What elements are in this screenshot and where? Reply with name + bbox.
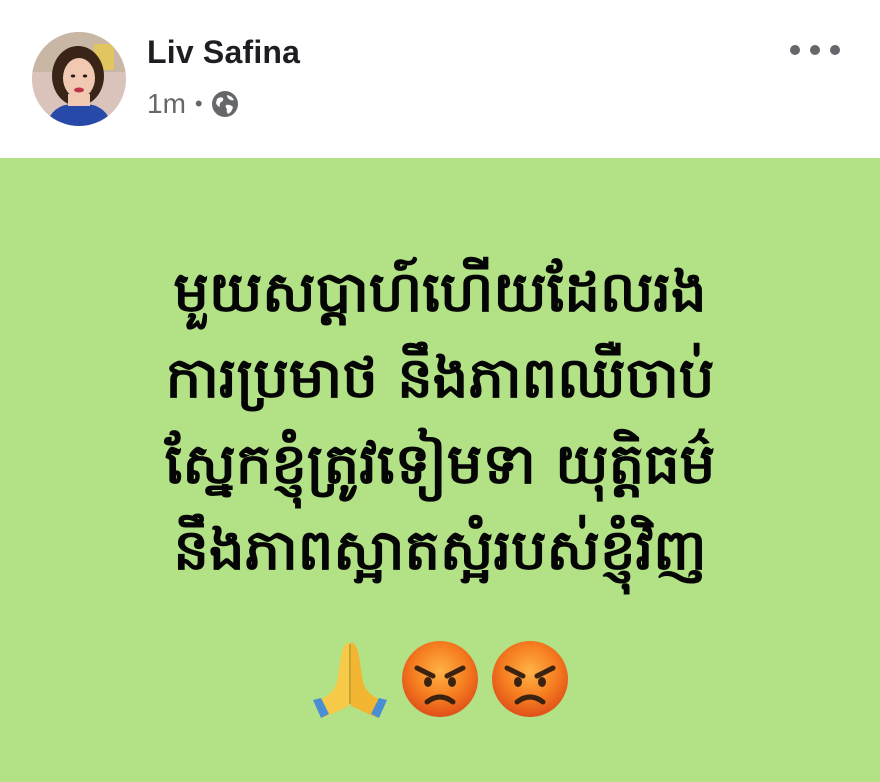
folded-hands-icon — [313, 642, 387, 718]
globe-icon[interactable] — [211, 90, 239, 118]
author-avatar[interactable] — [32, 32, 126, 126]
angry-face-icon — [492, 641, 568, 717]
author-name[interactable]: Liv Safina — [147, 34, 300, 71]
post-timestamp[interactable]: 1m — [147, 88, 186, 120]
post-meta: 1m • — [147, 88, 239, 120]
post-header: Liv Safina 1m • — [0, 0, 880, 158]
post-text-line: ការប្រមាថ នឹងភាពឈឺចាប់ — [165, 346, 715, 411]
avatar-photo — [32, 32, 126, 126]
more-dot — [810, 45, 820, 55]
angry-face-icon — [402, 641, 478, 717]
more-dot — [830, 45, 840, 55]
post-text-line: មួយសប្តាហ៍ហើយដែលរង — [173, 260, 707, 325]
post-body: មួយសប្តាហ៍ហើយដែលរង ការប្រមាថ នឹងភាពឈឺចាប… — [0, 158, 880, 782]
post-text: មួយសប្តាហ៍ហើយដែលរង ការប្រមាថ នឹងភាពឈឺចាប… — [0, 250, 880, 594]
post-text-line: ស្នែកខ្ញុំត្រូវទៀមទា យុត្តិធម៌ — [164, 432, 716, 497]
facebook-post: Liv Safina 1m • មួយសប្តាហ៍ហើយដែលរង ការប្… — [0, 0, 880, 782]
meta-separator: • — [194, 91, 203, 116]
more-dot — [790, 45, 800, 55]
emoji-row — [0, 638, 880, 720]
post-text-line: នឹងភាពស្អាតស្អំរបស់ខ្ញុំវិញ — [173, 518, 707, 583]
more-options-button[interactable] — [790, 36, 840, 64]
